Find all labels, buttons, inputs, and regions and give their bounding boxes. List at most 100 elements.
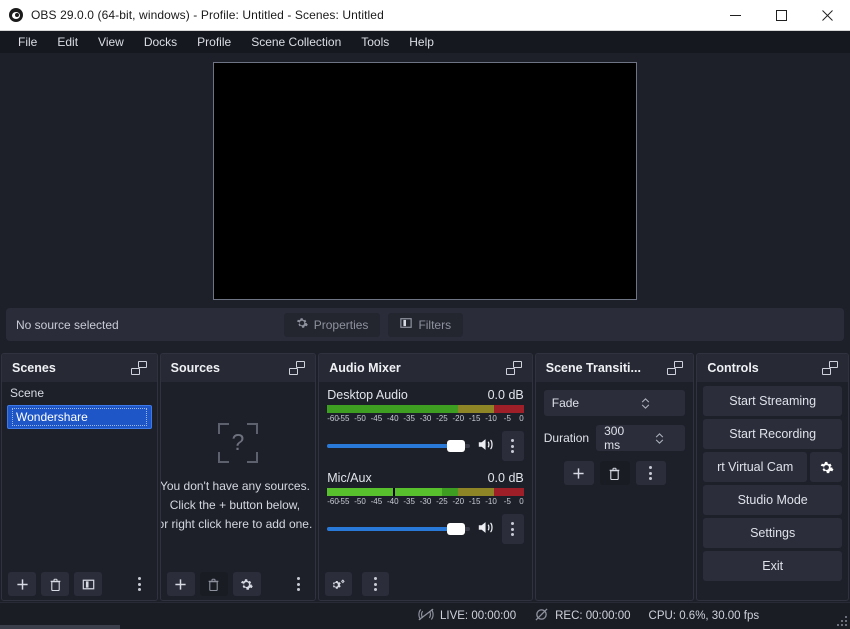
controls-header: Controls bbox=[697, 354, 848, 382]
filters-button[interactable]: Filters bbox=[388, 312, 464, 337]
kebab-menu-icon bbox=[296, 577, 300, 591]
menu-bar: File Edit View Docks Profile Scene Colle… bbox=[0, 31, 850, 53]
window-title: OBS 29.0.0 (64-bit, windows) - Profile: … bbox=[31, 8, 384, 22]
question-mark-glyph: ? bbox=[231, 429, 245, 455]
volume-meter-tick: -35 bbox=[403, 414, 415, 423]
volume-slider[interactable] bbox=[327, 438, 470, 454]
add-source-button[interactable] bbox=[166, 572, 195, 596]
live-timer: LIVE: 00:00:00 bbox=[440, 610, 517, 622]
scenes-more-button[interactable] bbox=[129, 572, 151, 596]
scenes-list[interactable]: Scene Wondershare bbox=[2, 382, 157, 568]
scene-transitions-header: Scene Transiti... bbox=[535, 354, 694, 382]
add-scene-button[interactable] bbox=[8, 572, 36, 596]
kebab-menu-icon bbox=[138, 577, 142, 591]
start-virtual-cam-button[interactable]: rt Virtual Cam bbox=[703, 452, 807, 482]
scenes-header: Scenes bbox=[2, 354, 157, 382]
float-dock-icon[interactable] bbox=[505, 361, 522, 375]
scenes-dock: Scenes Scene Wondershare bbox=[1, 353, 158, 601]
chevron-updown-icon[interactable] bbox=[641, 432, 678, 444]
start-streaming-button[interactable]: Start Streaming bbox=[703, 386, 842, 416]
transition-select[interactable]: Fade bbox=[543, 390, 686, 416]
scene-transitions-dock: Scene Transiti... Fade Duration 300 ms bbox=[534, 353, 695, 601]
add-transition-button[interactable] bbox=[563, 461, 594, 485]
broadcast-off-icon bbox=[418, 608, 434, 624]
start-recording-button[interactable]: Start Recording bbox=[703, 419, 842, 449]
audio-track-name: Desktop Audio bbox=[327, 388, 408, 402]
source-toolbar-buttons: Properties Filters bbox=[283, 312, 464, 337]
resize-grip-icon[interactable] bbox=[836, 615, 847, 626]
volume-slider-handle[interactable] bbox=[446, 523, 465, 535]
controls-dock: Controls Start Streaming Start Recording… bbox=[696, 353, 849, 601]
volume-meter-tick: -30 bbox=[419, 497, 432, 506]
sources-empty-line-1: You don't have any sources. bbox=[160, 478, 310, 493]
volume-meter-level bbox=[327, 488, 442, 496]
volume-meter-tick: -50 bbox=[354, 497, 366, 506]
close-button[interactable] bbox=[804, 0, 850, 30]
sources-list[interactable]: ? You don't have any sources. Click the … bbox=[161, 382, 316, 568]
volume-slider-handle[interactable] bbox=[446, 440, 465, 452]
menu-edit[interactable]: Edit bbox=[47, 32, 88, 52]
volume-meter bbox=[327, 405, 524, 413]
advanced-audio-properties-button[interactable] bbox=[325, 572, 353, 596]
virtual-cam-settings-button[interactable] bbox=[810, 452, 842, 482]
volume-meter-tick: -5 bbox=[503, 414, 511, 423]
audio-mixer-more-button[interactable] bbox=[362, 572, 389, 596]
menu-view[interactable]: View bbox=[88, 32, 134, 52]
mute-speaker-icon[interactable] bbox=[477, 520, 495, 538]
volume-meter-tick: -10 bbox=[485, 414, 497, 423]
preview-area[interactable] bbox=[0, 53, 850, 308]
scene-list-item-editing[interactable]: Wondershare bbox=[7, 405, 152, 429]
float-dock-icon[interactable] bbox=[667, 361, 684, 375]
sources-more-button[interactable] bbox=[287, 572, 309, 596]
menu-profile[interactable]: Profile bbox=[187, 32, 241, 52]
exit-button[interactable]: Exit bbox=[703, 551, 842, 581]
audio-track-db: 0.0 dB bbox=[487, 388, 524, 402]
menu-tools[interactable]: Tools bbox=[351, 32, 399, 52]
audio-track-controls bbox=[327, 431, 524, 461]
menu-file[interactable]: File bbox=[8, 32, 47, 52]
properties-button[interactable]: Properties bbox=[283, 312, 381, 337]
volume-meter-tick: -40 bbox=[386, 414, 399, 423]
menu-scene-collection[interactable]: Scene Collection bbox=[241, 32, 351, 52]
audio-mixer-toolbar bbox=[319, 568, 532, 600]
remove-scene-button[interactable] bbox=[41, 572, 69, 596]
float-dock-icon[interactable] bbox=[822, 361, 838, 375]
duration-input[interactable]: 300 ms bbox=[596, 424, 686, 452]
volume-meter-scale: -60 -55 -50 -45 -40 -35 -30 -25 -20 -15 -10 -5 0 bbox=[327, 414, 523, 426]
volume-meter-background bbox=[327, 405, 524, 413]
menu-docks[interactable]: Docks bbox=[134, 32, 187, 52]
audio-mixer-title: Audio Mixer bbox=[329, 361, 401, 375]
chevron-updown-icon[interactable] bbox=[615, 397, 678, 409]
volume-slider[interactable] bbox=[327, 521, 470, 537]
volume-slider-fill bbox=[327, 527, 450, 531]
duration-row: Duration 300 ms bbox=[543, 424, 686, 452]
audio-mixer-header: Audio Mixer bbox=[319, 354, 532, 382]
volume-meter-tick: -50 bbox=[354, 414, 366, 423]
scene-filters-button[interactable] bbox=[74, 572, 102, 596]
scene-name-input[interactable]: Wondershare bbox=[12, 408, 147, 426]
scenes-title: Scenes bbox=[12, 361, 56, 375]
settings-button[interactable]: Settings bbox=[703, 518, 842, 548]
float-dock-icon[interactable] bbox=[130, 361, 147, 375]
studio-mode-button[interactable]: Studio Mode bbox=[703, 485, 842, 515]
audio-track-menu-button[interactable] bbox=[501, 431, 524, 461]
remove-transition-button[interactable] bbox=[599, 461, 630, 485]
volume-meter-tick: -10 bbox=[485, 497, 497, 506]
volume-meter-tick: -15 bbox=[468, 414, 481, 423]
audio-track-menu-button[interactable] bbox=[501, 514, 524, 544]
transition-more-button[interactable] bbox=[635, 461, 666, 485]
scene-list-item[interactable]: Scene bbox=[2, 382, 157, 404]
preview-canvas[interactable] bbox=[213, 62, 637, 300]
horizontal-scrollbar[interactable] bbox=[0, 625, 120, 629]
volume-meter-tick: -45 bbox=[370, 497, 383, 506]
remove-source-button[interactable] bbox=[199, 572, 228, 596]
filters-label: Filters bbox=[418, 317, 452, 332]
minimize-button[interactable] bbox=[712, 0, 758, 30]
properties-label: Properties bbox=[313, 317, 369, 332]
menu-help[interactable]: Help bbox=[399, 32, 444, 52]
float-dock-icon[interactable] bbox=[289, 361, 306, 375]
maximize-button[interactable] bbox=[758, 0, 804, 30]
duration-label: Duration bbox=[543, 431, 590, 445]
source-properties-button[interactable] bbox=[232, 572, 261, 596]
mute-speaker-icon[interactable] bbox=[477, 437, 495, 455]
